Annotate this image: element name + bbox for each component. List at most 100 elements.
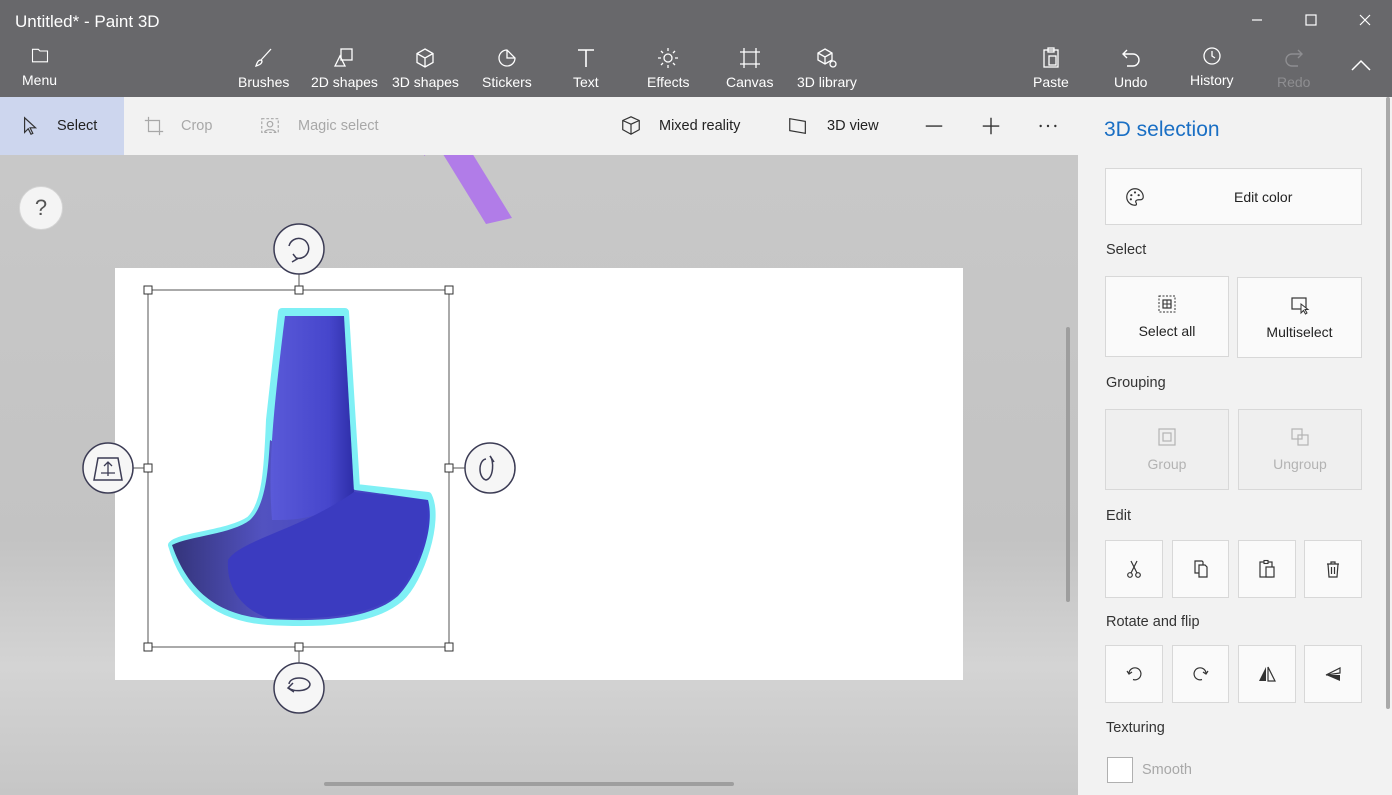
redo-icon [1285,49,1303,67]
group-label: Group [1147,456,1187,472]
resize-handle[interactable] [294,642,304,652]
resize-handle[interactable] [143,463,153,473]
sticker-icon [498,49,516,67]
paste-panel-button[interactable] [1238,540,1296,598]
tool-label: Canvas [726,74,774,90]
zoom-in-button[interactable] [980,97,1014,155]
canvas-icon [739,48,760,68]
rotate-x-handle[interactable] [273,662,325,714]
panel-scrollbar[interactable] [1386,97,1390,709]
smooth-checkbox[interactable] [1107,757,1133,783]
ungroup-button[interactable]: Ungroup [1238,409,1362,490]
flip-vertical-button[interactable] [1304,645,1362,703]
rotate-section-label: Rotate and flip [1106,614,1200,630]
smooth-label: Smooth [1142,762,1192,778]
minimize-button[interactable] [1230,0,1284,40]
resize-handle[interactable] [143,642,153,652]
menu-button[interactable]: Menu [22,46,57,88]
redo-button[interactable]: Redo [1277,46,1310,90]
copy-button[interactable] [1172,540,1229,598]
undo-button[interactable]: Undo [1114,46,1147,90]
magic-select-icon [261,118,279,134]
minus-icon [925,125,943,127]
undo-label: Undo [1114,74,1148,90]
edit-color-button[interactable]: Edit color [1105,168,1362,225]
crop-icon [144,116,164,136]
crop-label: Crop [181,118,213,134]
undo-icon [1121,49,1140,67]
tool-2d-shapes[interactable]: 2D shapes [311,46,378,90]
sun-icon [658,48,679,68]
maximize-icon [1305,14,1317,26]
resize-handle[interactable] [444,285,454,295]
resize-handle[interactable] [143,285,153,295]
tool-label: Brushes [238,74,290,90]
tool-3d-shapes[interactable]: 3D shapes [392,46,459,90]
tool-label: Text [573,74,599,90]
select-all-label: Select all [1138,323,1196,339]
crop-tool-button[interactable]: Crop [143,97,212,155]
resize-handle[interactable] [444,463,454,473]
cursor-icon [23,116,38,136]
flip-horizontal-icon [1259,666,1276,682]
select-tool-button[interactable]: Select [20,97,97,155]
redo-label: Redo [1277,74,1311,90]
tool-effects[interactable]: Effects [647,46,690,90]
grouping-section-label: Grouping [1106,375,1166,391]
3d-view-icon [789,117,806,135]
rotate-right-button[interactable] [1172,645,1229,703]
window-controls [1230,0,1392,40]
select-all-button[interactable]: Select all [1105,276,1229,357]
history-icon [1203,47,1221,65]
tool-label: 2D shapes [311,74,378,90]
group-icon [1158,428,1176,446]
minimize-icon [1252,19,1262,21]
paste-button[interactable]: Paste [1033,46,1069,90]
rotate-y-handle[interactable] [464,442,516,494]
rotate-right-icon [1192,667,1208,681]
mixed-reality-button[interactable]: Mixed reality [620,97,740,155]
top-ribbon: Untitled* - Paint 3D Menu Brushes 2D sha… [0,0,1392,97]
history-label: History [1190,72,1234,88]
magic-select-button[interactable]: Magic select [259,97,379,155]
3d-view-button[interactable]: 3D view [787,97,879,155]
flip-horizontal-button[interactable] [1238,645,1296,703]
close-icon [1359,14,1371,26]
tool-stickers[interactable]: Stickers [482,46,532,90]
resize-handle[interactable] [444,642,454,652]
depth-push-handle[interactable] [82,442,134,494]
panel-title: 3D selection [1104,118,1220,141]
palette-icon [1126,188,1144,206]
multiselect-button[interactable]: Multiselect [1237,277,1362,358]
more-options-button[interactable] [1037,97,1071,155]
clipboard-icon [1043,47,1059,68]
chevron-up-icon [1351,59,1371,71]
history-button[interactable]: History [1190,44,1234,88]
cut-button[interactable] [1105,540,1163,598]
tool-label: 3D shapes [392,74,459,90]
scissors-icon [1127,560,1141,578]
tool-3d-library[interactable]: 3D library [797,46,857,90]
copy-icon [1193,560,1208,578]
collapse-ribbon-button[interactable] [1350,58,1372,77]
zoom-out-button[interactable] [923,97,957,155]
tool-text[interactable]: Text [573,46,599,90]
selection-overlay [82,155,516,714]
brush-icon [254,48,272,68]
rotate-left-button[interactable] [1105,645,1163,703]
tool-canvas[interactable]: Canvas [726,46,773,90]
3d-shape-object[interactable] [168,308,436,627]
flip-vertical-icon [1325,667,1341,681]
3d-library-icon [817,48,837,68]
2d-shapes-icon [334,48,354,67]
3d-selection-panel: 3D selection Edit color Select Select al… [1078,97,1392,795]
group-button[interactable]: Group [1105,409,1229,490]
delete-button[interactable] [1304,540,1362,598]
maximize-button[interactable] [1284,0,1338,40]
edit-section-label: Edit [1106,508,1131,524]
tool-brushes[interactable]: Brushes [238,46,289,90]
rotate-z-handle[interactable] [273,223,325,275]
tool-label: 3D library [797,74,857,90]
close-button[interactable] [1338,0,1392,40]
resize-handle[interactable] [294,285,304,295]
